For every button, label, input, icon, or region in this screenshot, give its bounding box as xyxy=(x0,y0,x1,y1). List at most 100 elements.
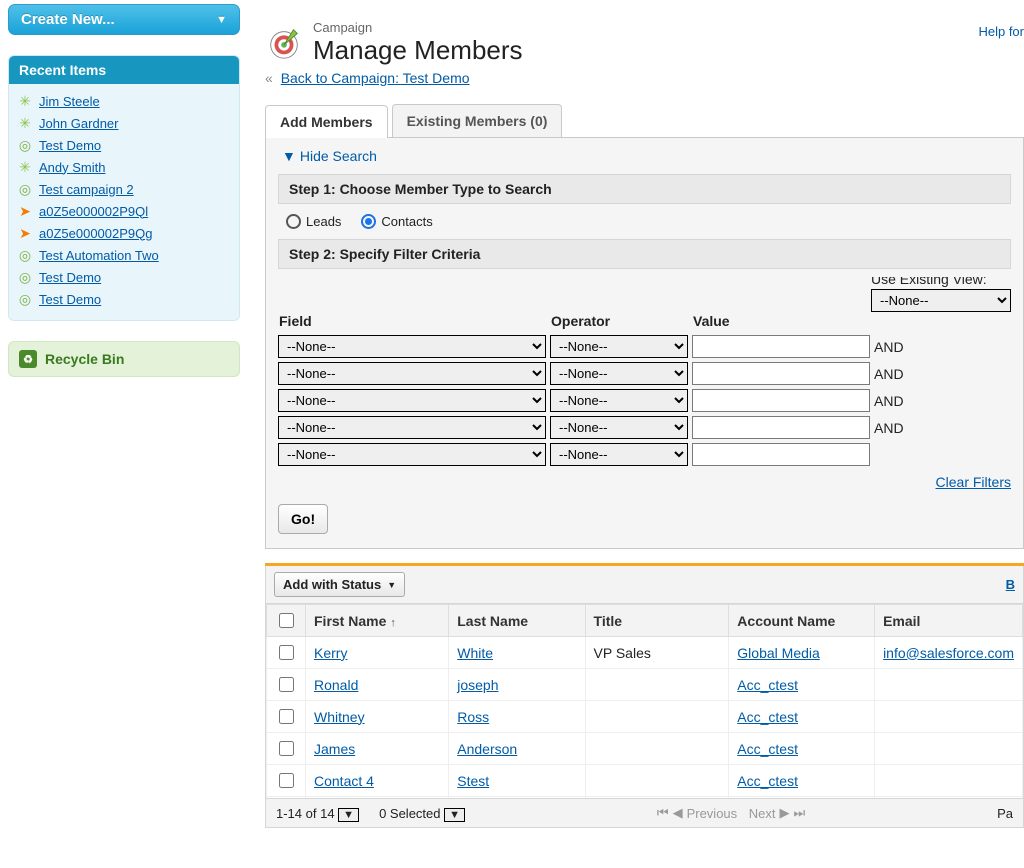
row-checkbox[interactable] xyxy=(279,645,294,660)
and-label: AND xyxy=(874,333,908,360)
filter-value-input[interactable] xyxy=(692,389,870,412)
recent-item-link[interactable]: a0Z5e000002P9Ql xyxy=(39,204,148,219)
email-link[interactable]: info@salesforce.com xyxy=(883,645,1014,661)
back-to-campaign-link[interactable]: Back to Campaign: Test Demo xyxy=(281,70,470,86)
account-link[interactable]: Acc_ctest xyxy=(737,677,798,693)
filter-operator-select[interactable]: --None-- xyxy=(550,362,688,385)
help-link[interactable]: Help for xyxy=(978,24,1024,39)
account-link[interactable]: Global Media xyxy=(737,645,820,661)
recent-item-link[interactable]: Andy Smith xyxy=(39,160,105,175)
last-name-link[interactable]: Ross xyxy=(457,709,489,725)
add-with-status-button[interactable]: Add with Status ▼ xyxy=(274,572,405,597)
chevron-down-icon: ▼ xyxy=(444,808,465,822)
filter-value-input[interactable] xyxy=(692,443,870,466)
campaign-icon: ◎ xyxy=(17,181,33,197)
and-label xyxy=(874,441,908,468)
last-name-link[interactable]: joseph xyxy=(457,677,498,693)
recent-item[interactable]: ➤a0Z5e000002P9Ql xyxy=(15,200,235,222)
recent-item[interactable]: ➤a0Z5e000002P9Qg xyxy=(15,222,235,244)
recent-item[interactable]: ◎ Test Demo xyxy=(15,134,235,156)
title-cell xyxy=(585,733,729,765)
select-all-checkbox[interactable] xyxy=(279,613,294,628)
col-last-name[interactable]: Last Name xyxy=(449,605,585,637)
col-account-name[interactable]: Account Name xyxy=(729,605,875,637)
campaign-icon: ◎ xyxy=(17,247,33,263)
table-row: Ronald joseph Acc_ctest xyxy=(267,669,1023,701)
prev-label[interactable]: Previous xyxy=(687,806,738,821)
radio-contacts[interactable]: Contacts xyxy=(361,214,432,229)
col-email[interactable]: Email xyxy=(875,605,1023,637)
account-link[interactable]: Acc_ctest xyxy=(737,773,798,789)
last-page-icon[interactable]: ⏭ xyxy=(794,805,806,821)
filter-operator-select[interactable]: --None-- xyxy=(550,443,688,466)
recycle-bin-icon: ♻ xyxy=(19,350,37,368)
last-name-link[interactable]: White xyxy=(457,645,493,661)
row-checkbox[interactable] xyxy=(279,709,294,724)
recent-item-link[interactable]: Test Demo xyxy=(39,292,101,307)
row-checkbox[interactable] xyxy=(279,773,294,788)
filter-operator-select[interactable]: --None-- xyxy=(550,389,688,412)
filter-operator-select[interactable]: --None-- xyxy=(550,335,688,358)
recent-item-link[interactable]: Test campaign 2 xyxy=(39,182,134,197)
next-page-icon[interactable]: ▶ xyxy=(780,805,790,821)
recent-item-link[interactable]: John Gardner xyxy=(39,116,119,131)
recent-item[interactable]: ◎ Test campaign 2 xyxy=(15,178,235,200)
filter-value-input[interactable] xyxy=(692,335,870,358)
recent-item[interactable]: ✳Jim Steele xyxy=(15,90,235,112)
letter-filter-link[interactable]: B xyxy=(1006,577,1015,592)
filter-field-select[interactable]: --None-- xyxy=(278,389,546,412)
recent-item[interactable]: ◎ Test Automation Two xyxy=(15,244,235,266)
existing-view-select[interactable]: --None-- xyxy=(871,289,1011,312)
next-label[interactable]: Next xyxy=(749,806,776,821)
col-title[interactable]: Title xyxy=(585,605,729,637)
existing-view-block: Use Existing View: --None-- xyxy=(871,277,1011,312)
account-link[interactable]: Acc_ctest xyxy=(737,709,798,725)
row-checkbox[interactable] xyxy=(279,741,294,756)
tab-existing-members[interactable]: Existing Members (0) xyxy=(392,104,563,137)
hide-search-toggle[interactable]: ▼ Hide Search xyxy=(282,148,1011,164)
recent-item[interactable]: ◎ Test Demo xyxy=(15,266,235,288)
row-checkbox[interactable] xyxy=(279,677,294,692)
page-label: Pa xyxy=(997,806,1013,821)
recent-item-link[interactable]: Test Demo xyxy=(39,138,101,153)
last-name-link[interactable]: Stest xyxy=(457,773,489,789)
campaign-icon: ◎ xyxy=(17,269,33,285)
first-name-link[interactable]: Whitney xyxy=(314,709,365,725)
table-row: James Anderson Acc_ctest xyxy=(267,733,1023,765)
recent-item-link[interactable]: Jim Steele xyxy=(39,94,100,109)
first-name-link[interactable]: Ronald xyxy=(314,677,358,693)
col-operator: Operator xyxy=(550,312,692,333)
chevron-down-icon: ▼ xyxy=(282,148,296,164)
prev-page-icon[interactable]: ◀ xyxy=(673,805,683,821)
pager-selected[interactable]: 0 Selected ▼ xyxy=(379,806,465,821)
pager-range[interactable]: 1-14 of 14 ▼ xyxy=(276,806,359,821)
filter-field-select[interactable]: --None-- xyxy=(278,443,546,466)
sort-asc-icon: ↑ xyxy=(390,617,396,629)
go-button[interactable]: Go! xyxy=(278,504,328,534)
recent-item-link[interactable]: Test Demo xyxy=(39,270,101,285)
first-name-link[interactable]: James xyxy=(314,741,355,757)
recent-item-link[interactable]: Test Automation Two xyxy=(39,248,159,263)
recent-item-link[interactable]: a0Z5e000002P9Qg xyxy=(39,226,152,241)
filter-value-input[interactable] xyxy=(692,362,870,385)
filter-value-input[interactable] xyxy=(692,416,870,439)
clear-filters-link[interactable]: Clear Filters xyxy=(936,474,1011,490)
recent-item[interactable]: ◎Test Demo xyxy=(15,288,235,310)
tab-add-members[interactable]: Add Members xyxy=(265,105,388,138)
first-name-link[interactable]: Kerry xyxy=(314,645,347,661)
create-new-button[interactable]: Create New... ▼ xyxy=(8,4,240,35)
first-name-link[interactable]: Contact 4 xyxy=(314,773,374,789)
filter-field-select[interactable]: --None-- xyxy=(278,416,546,439)
filter-field-select[interactable]: --None-- xyxy=(278,335,546,358)
recycle-bin-link[interactable]: ♻ Recycle Bin xyxy=(8,341,240,377)
last-name-link[interactable]: Anderson xyxy=(457,741,517,757)
campaign-icon: ◎ xyxy=(17,137,33,153)
filter-operator-select[interactable]: --None-- xyxy=(550,416,688,439)
recent-item[interactable]: ✳John Gardner xyxy=(15,112,235,134)
col-first-name[interactable]: First Name↑ xyxy=(306,605,449,637)
account-link[interactable]: Acc_ctest xyxy=(737,741,798,757)
recent-item[interactable]: ✳Andy Smith xyxy=(15,156,235,178)
filter-field-select[interactable]: --None-- xyxy=(278,362,546,385)
first-page-icon[interactable]: ⏮ xyxy=(657,805,669,821)
radio-leads[interactable]: Leads xyxy=(286,214,341,229)
